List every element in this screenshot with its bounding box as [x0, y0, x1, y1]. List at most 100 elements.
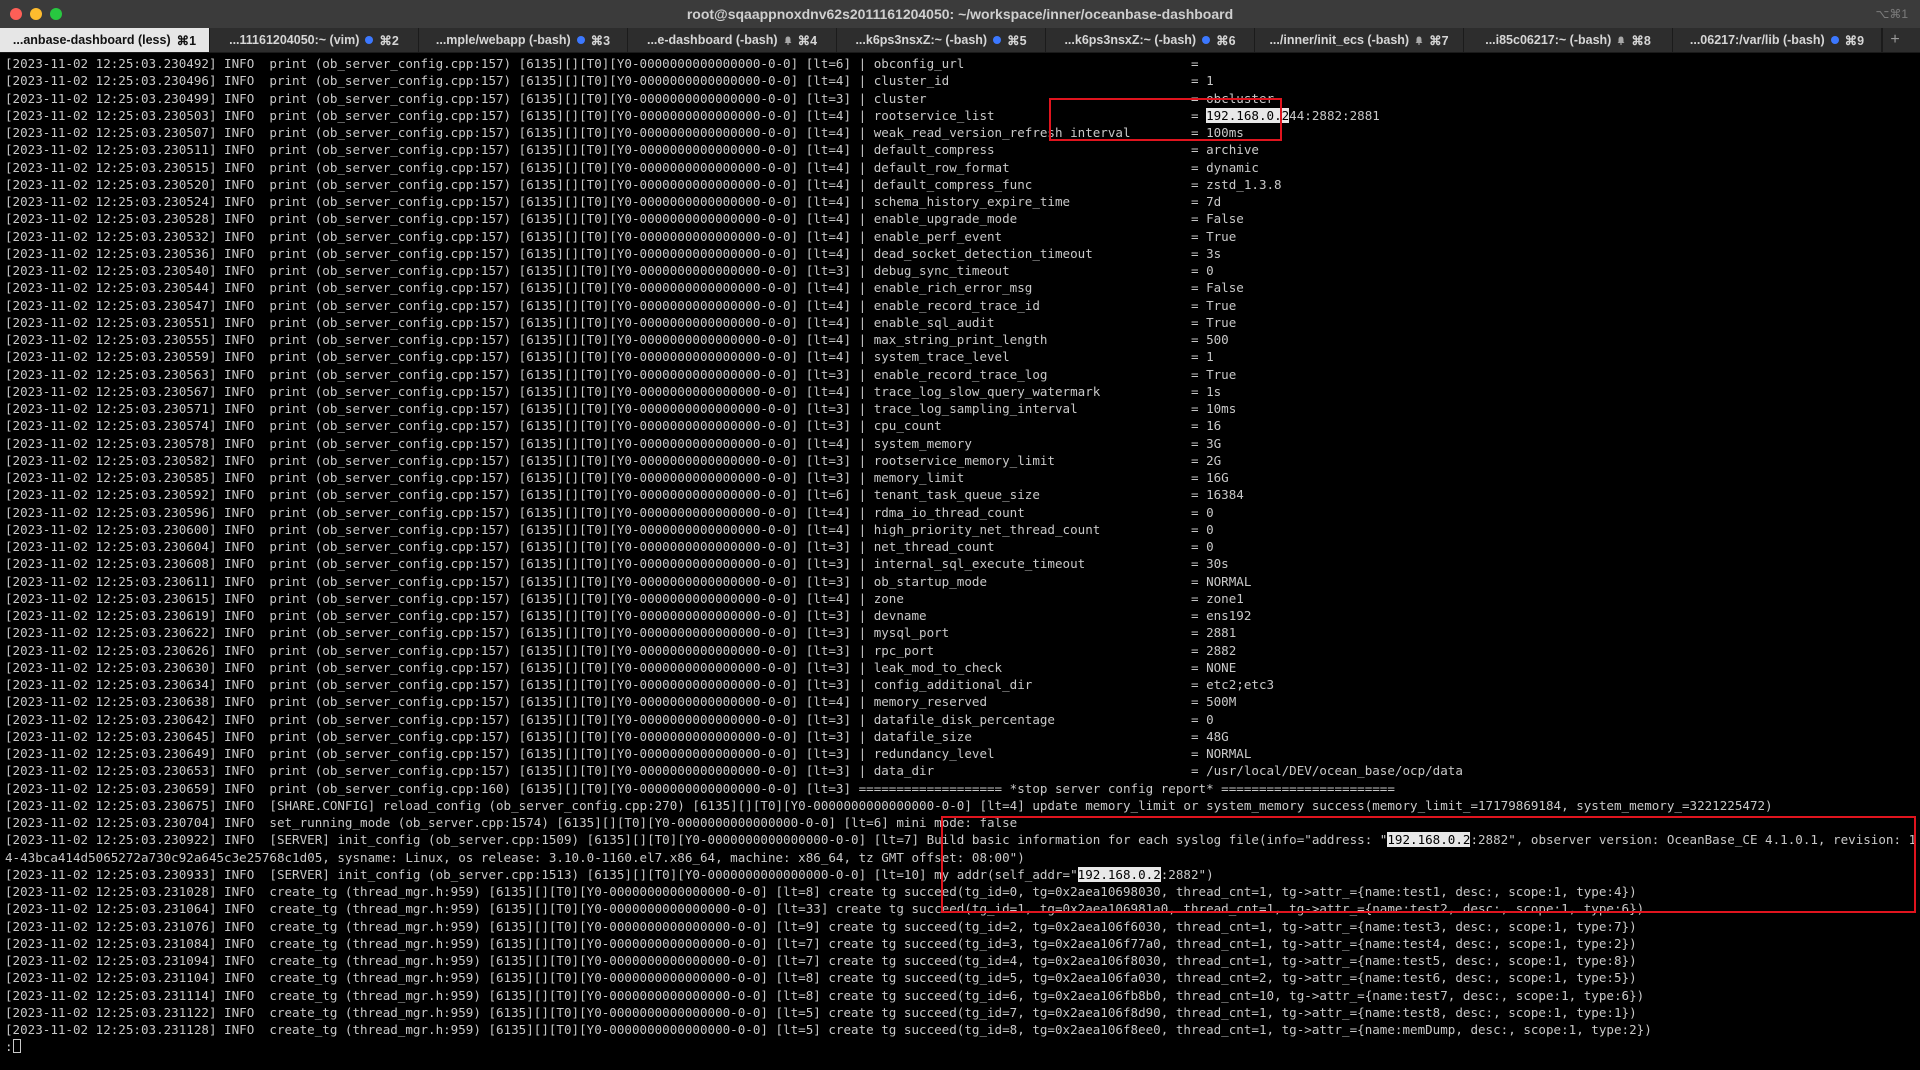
- terminal-output[interactable]: [2023-11-02 12:25:03.230492] INFO print …: [5, 55, 1915, 1065]
- log-line: [2023-11-02 12:25:03.231128] INFO create…: [5, 1021, 1915, 1038]
- log-text: [2023-11-02 12:25:03.230520] INFO print …: [5, 176, 1282, 192]
- tab-5[interactable]: ...k6ps3nsxZ:~ (-bash) ⌘5: [837, 28, 1046, 52]
- log-text: [2023-11-02 12:25:03.230528] INFO print …: [5, 211, 1244, 227]
- log-text: [2023-11-02 12:25:03.230555] INFO print …: [5, 332, 1229, 347]
- log-text: [2023-11-02 12:25:03.230536] INFO print …: [5, 245, 1222, 261]
- tab-label: ...06217:/var/lib (-bash): [1689, 33, 1825, 47]
- highlighted-ip: 192.168.0.2: [1387, 832, 1471, 848]
- log-text: [2023-11-02 12:25:03.230544] INFO print …: [5, 280, 1244, 296]
- log-line: [2023-11-02 12:25:03.230499] INFO print …: [5, 90, 1915, 107]
- log-line: [2023-11-02 12:25:03.231028] INFO create…: [5, 883, 1915, 900]
- tab-label: ...k6ps3nsxZ:~ (-bash): [855, 33, 988, 47]
- log-text: [2023-11-02 12:25:03.230653] INFO print …: [5, 763, 1463, 779]
- tab-shortcut: ⌘2: [379, 33, 399, 48]
- log-text: [2023-11-02 12:25:03.230496] INFO print …: [5, 73, 1214, 89]
- log-text: [2023-11-02 12:25:03.230540] INFO print …: [5, 263, 1214, 278]
- tab-2[interactable]: ...11161204050:~ (vim) ⌘2: [210, 28, 419, 52]
- log-line: [2023-11-02 12:25:03.230704] INFO set_ru…: [5, 814, 1915, 831]
- log-line: [2023-11-02 12:25:03.231104] INFO create…: [5, 969, 1915, 986]
- tab-3[interactable]: ...mple/webapp (-bash) ⌘3: [419, 28, 628, 52]
- cursor: [12, 1039, 21, 1054]
- log-line: [2023-11-02 12:25:03.231122] INFO create…: [5, 1004, 1915, 1021]
- log-line: [2023-11-02 12:25:03.230582] INFO print …: [5, 452, 1915, 469]
- log-line: [2023-11-02 12:25:03.230511] INFO print …: [5, 141, 1915, 158]
- log-line: [2023-11-02 12:25:03.230608] INFO print …: [5, 555, 1915, 572]
- log-line: [2023-11-02 12:25:03.230592] INFO print …: [5, 486, 1915, 503]
- log-line: [2023-11-02 12:25:03.230563] INFO print …: [5, 366, 1915, 383]
- tab-4[interactable]: ...e-dashboard (-bash) ⌘4: [628, 28, 837, 52]
- activity-dot-icon: [1830, 36, 1839, 44]
- log-line: [2023-11-02 12:25:03.231064] INFO create…: [5, 900, 1915, 917]
- tab-shortcut: ⌘8: [1631, 33, 1651, 48]
- log-text: :2882", observer version: OceanBase_CE 4…: [1470, 832, 1915, 848]
- tab-8[interactable]: ...i85c06217:~ (-bash) ⌘8: [1464, 28, 1673, 52]
- prompt-line[interactable]: :: [5, 1038, 1915, 1055]
- log-text: [2023-11-02 12:25:03.231084] INFO create…: [5, 935, 1637, 951]
- log-text: [2023-11-02 12:25:03.230515] INFO print …: [5, 159, 1259, 175]
- log-line: [2023-11-02 12:25:03.231084] INFO create…: [5, 935, 1915, 952]
- log-line: [2023-11-02 12:25:03.230536] INFO print …: [5, 245, 1915, 262]
- log-text: [2023-11-02 12:25:03.231064] INFO create…: [5, 901, 1645, 917]
- log-line: [2023-11-02 12:25:03.230675] INFO [SHARE…: [5, 797, 1915, 814]
- tab-label: ...e-dashboard (-bash): [646, 33, 778, 47]
- log-text: [2023-11-02 12:25:03.230592] INFO print …: [5, 487, 1244, 503]
- log-text: [2023-11-02 12:25:03.231094] INFO create…: [5, 953, 1637, 968]
- log-text: [2023-11-02 12:25:03.230608] INFO print …: [5, 556, 1229, 572]
- log-text: [2023-11-02 12:25:03.231104] INFO create…: [5, 970, 1637, 986]
- log-line: [2023-11-02 12:25:03.231094] INFO create…: [5, 952, 1915, 969]
- log-text: [2023-11-02 12:25:03.230559] INFO print …: [5, 349, 1214, 365]
- log-line: [2023-11-02 12:25:03.231114] INFO create…: [5, 987, 1915, 1004]
- log-line: [2023-11-02 12:25:03.230619] INFO print …: [5, 607, 1915, 624]
- log-line: [2023-11-02 12:25:03.231076] INFO create…: [5, 918, 1915, 935]
- log-text: [2023-11-02 12:25:03.230551] INFO print …: [5, 314, 1237, 330]
- log-line: [2023-11-02 12:25:03.230515] INFO print …: [5, 159, 1915, 176]
- log-text: [2023-11-02 12:25:03.230567] INFO print …: [5, 383, 1222, 399]
- log-line: [2023-11-02 12:25:03.230524] INFO print …: [5, 193, 1915, 210]
- log-text: [2023-11-02 12:25:03.231028] INFO create…: [5, 884, 1637, 899]
- tab-shortcut: ⌘6: [1216, 33, 1236, 48]
- log-text: [2023-11-02 12:25:03.230645] INFO print …: [5, 728, 1229, 744]
- log-text: [2023-11-02 12:25:03.230922] INFO [SERVE…: [5, 832, 1388, 848]
- new-tab-button[interactable]: +: [1882, 28, 1907, 52]
- log-line: [2023-11-02 12:25:03.230630] INFO print …: [5, 659, 1915, 676]
- log-text: [2023-11-02 12:25:03.230582] INFO print …: [5, 452, 1222, 468]
- tab-7[interactable]: .../inner/init_ecs (-bash) ⌘7: [1255, 28, 1464, 52]
- log-text: [2023-11-02 12:25:03.230600] INFO print …: [5, 521, 1214, 537]
- log-text: [2023-11-02 12:25:03.230638] INFO print …: [5, 694, 1237, 710]
- log-text: [2023-11-02 12:25:03.230492] INFO print …: [5, 56, 1207, 71]
- log-line: [2023-11-02 12:25:03.230604] INFO print …: [5, 538, 1915, 555]
- log-text: [2023-11-02 12:25:03.231122] INFO create…: [5, 1004, 1637, 1020]
- less-prompt: :: [5, 1039, 13, 1055]
- tab-6[interactable]: ...k6ps3nsxZ:~ (-bash) ⌘6: [1046, 28, 1255, 52]
- tab-label: ...mple/webapp (-bash): [435, 33, 571, 47]
- log-text: [2023-11-02 12:25:03.230626] INFO print …: [5, 642, 1237, 658]
- activity-dot-icon: [1202, 36, 1211, 44]
- tab-9[interactable]: ...06217:/var/lib (-bash) ⌘9: [1673, 28, 1882, 52]
- log-text: [2023-11-02 12:25:03.230622] INFO print …: [5, 625, 1237, 641]
- log-text: [2023-11-02 12:25:03.230571] INFO print …: [5, 401, 1237, 416]
- log-text: [2023-11-02 12:25:03.230578] INFO print …: [5, 435, 1222, 451]
- log-line: [2023-11-02 12:25:03.230532] INFO print …: [5, 228, 1915, 245]
- tab-shortcut: ⌘3: [590, 33, 611, 48]
- log-text: [2023-11-02 12:25:03.230642] INFO print …: [5, 711, 1214, 727]
- log-text: :2882"): [1160, 866, 1214, 882]
- tab-label: ...k6ps3nsxZ:~ (-bash): [1064, 33, 1197, 47]
- log-text: [2023-11-02 12:25:03.230499] INFO print …: [5, 90, 1275, 106]
- log-line: [2023-11-02 12:25:03.230540] INFO print …: [5, 262, 1915, 279]
- log-text: [2023-11-02 12:25:03.231128] INFO create…: [5, 1022, 1652, 1037]
- log-text: [2023-11-02 12:25:03.230563] INFO print …: [5, 366, 1237, 382]
- log-line: [2023-11-02 12:25:03.230659] INFO print …: [5, 780, 1915, 797]
- log-line: [2023-11-02 12:25:03.230544] INFO print …: [5, 279, 1915, 296]
- log-text: [2023-11-02 12:25:03.230611] INFO print …: [5, 573, 1252, 589]
- log-line: [2023-11-02 12:25:03.230615] INFO print …: [5, 590, 1915, 607]
- tab-label: ...11161204050:~ (vim): [229, 33, 360, 47]
- log-text: 44:2882:2881: [1289, 107, 1380, 123]
- tab-shortcut: ⌘4: [797, 33, 818, 48]
- window-shortcut-hint: ⌥⌘1: [1875, 7, 1908, 21]
- tab-1[interactable]: ...anbase-dashboard (less) ⌘1: [0, 28, 210, 52]
- tab-bar: ...anbase-dashboard (less) ⌘1 ...111612040…: [0, 28, 1920, 53]
- log-line: [2023-11-02 12:25:03.230638] INFO print …: [5, 693, 1915, 710]
- log-line: [2023-11-02 12:25:03.230933] INFO [SERVE…: [5, 866, 1915, 883]
- log-line: [2023-11-02 12:25:03.230645] INFO print …: [5, 728, 1915, 745]
- tab-shortcut: ⌘1: [176, 33, 197, 48]
